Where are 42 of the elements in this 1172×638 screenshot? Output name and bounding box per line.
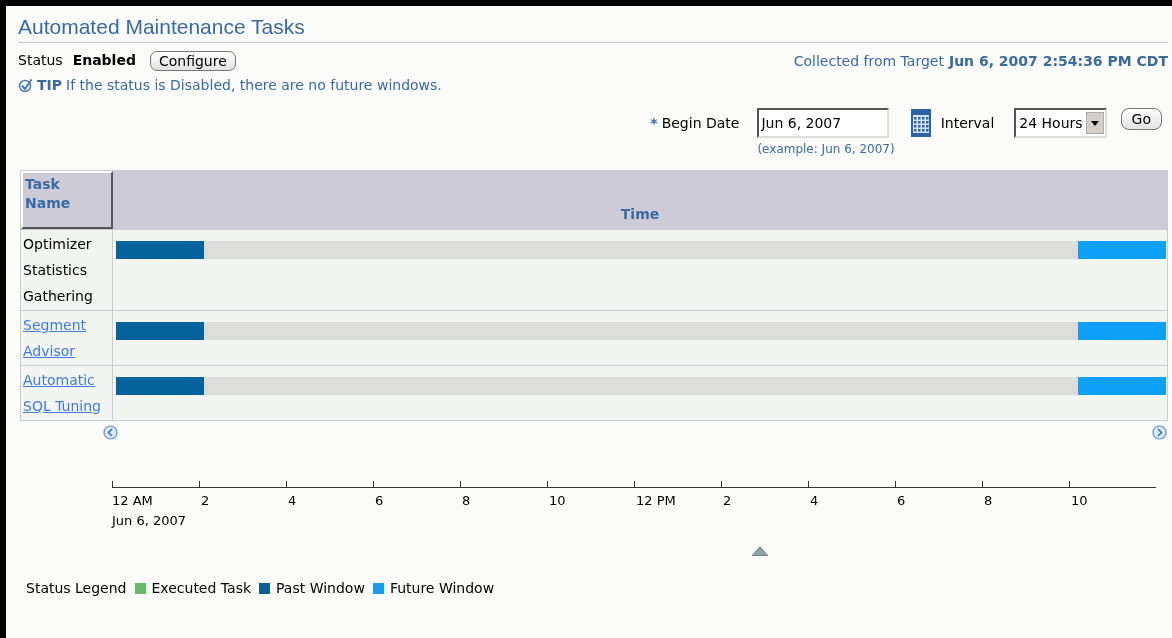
tip-label: TIP xyxy=(37,76,63,95)
axis-tick-label: 10 xyxy=(548,492,567,510)
begin-date-field[interactable]: Jun 6, 2007 xyxy=(757,108,890,138)
current-time-marker-icon[interactable] xyxy=(752,547,769,556)
required-mark: * xyxy=(650,113,658,133)
status-value: Enabled xyxy=(72,51,136,70)
interval-label: Interval xyxy=(940,113,995,133)
axis-tick-label: 12 AM xyxy=(112,492,154,510)
calendar-icon[interactable] xyxy=(908,108,933,138)
date-hint: (example: Jun 6, 2007) xyxy=(757,141,895,158)
axis-tick-label: 12 PM xyxy=(635,492,677,510)
legend-label: Status Legend xyxy=(26,579,127,598)
begin-date-label: Begin Date xyxy=(661,113,740,133)
task-link[interactable]: Segment Advisor xyxy=(23,312,110,364)
legend-item-label: Executed Task xyxy=(151,579,252,598)
axis-tick-label: 4 xyxy=(809,492,820,510)
collected-timestamp: Jun 6, 2007 2:54:36 PM CDT xyxy=(948,52,1168,71)
legend-item-label: Past Window xyxy=(276,579,365,598)
configure-button[interactable]: Configure xyxy=(149,50,236,71)
axis-tick-label: 2 xyxy=(722,492,733,510)
check-icon xyxy=(18,78,33,93)
task-name: Optimizer Statistics Gathering xyxy=(23,235,94,306)
dropdown-caret-icon[interactable] xyxy=(1085,112,1104,134)
legend-item-label: Future Window xyxy=(389,579,495,598)
tip-text: If the status is Disabled, there are no future windows. xyxy=(66,76,442,95)
axis-date-label: Jun 6, 2007 xyxy=(112,511,187,530)
interval-select[interactable]: 24 Hours xyxy=(1014,108,1107,138)
page-title: Automated Maintenance Tasks xyxy=(18,12,1168,43)
status-label: Status xyxy=(18,51,63,70)
axis-tick-label: 6 xyxy=(374,492,385,510)
go-button[interactable]: Go xyxy=(1120,108,1162,130)
axis-tick-label: 4 xyxy=(287,492,298,510)
axis-tick-label: 8 xyxy=(983,492,994,510)
column-header: Time xyxy=(620,205,660,224)
scroll-right-icon[interactable] xyxy=(1152,425,1167,440)
task-link[interactable]: Automatic SQL Tuning xyxy=(23,367,110,419)
axis-tick-label: 8 xyxy=(461,492,472,510)
axis-tick-label: 10 xyxy=(1070,492,1089,510)
axis-tick-label: 2 xyxy=(200,492,211,510)
axis-tick-label: 6 xyxy=(896,492,907,510)
scroll-left-icon[interactable] xyxy=(103,425,118,440)
collected-label: Collected from Target xyxy=(793,52,944,71)
